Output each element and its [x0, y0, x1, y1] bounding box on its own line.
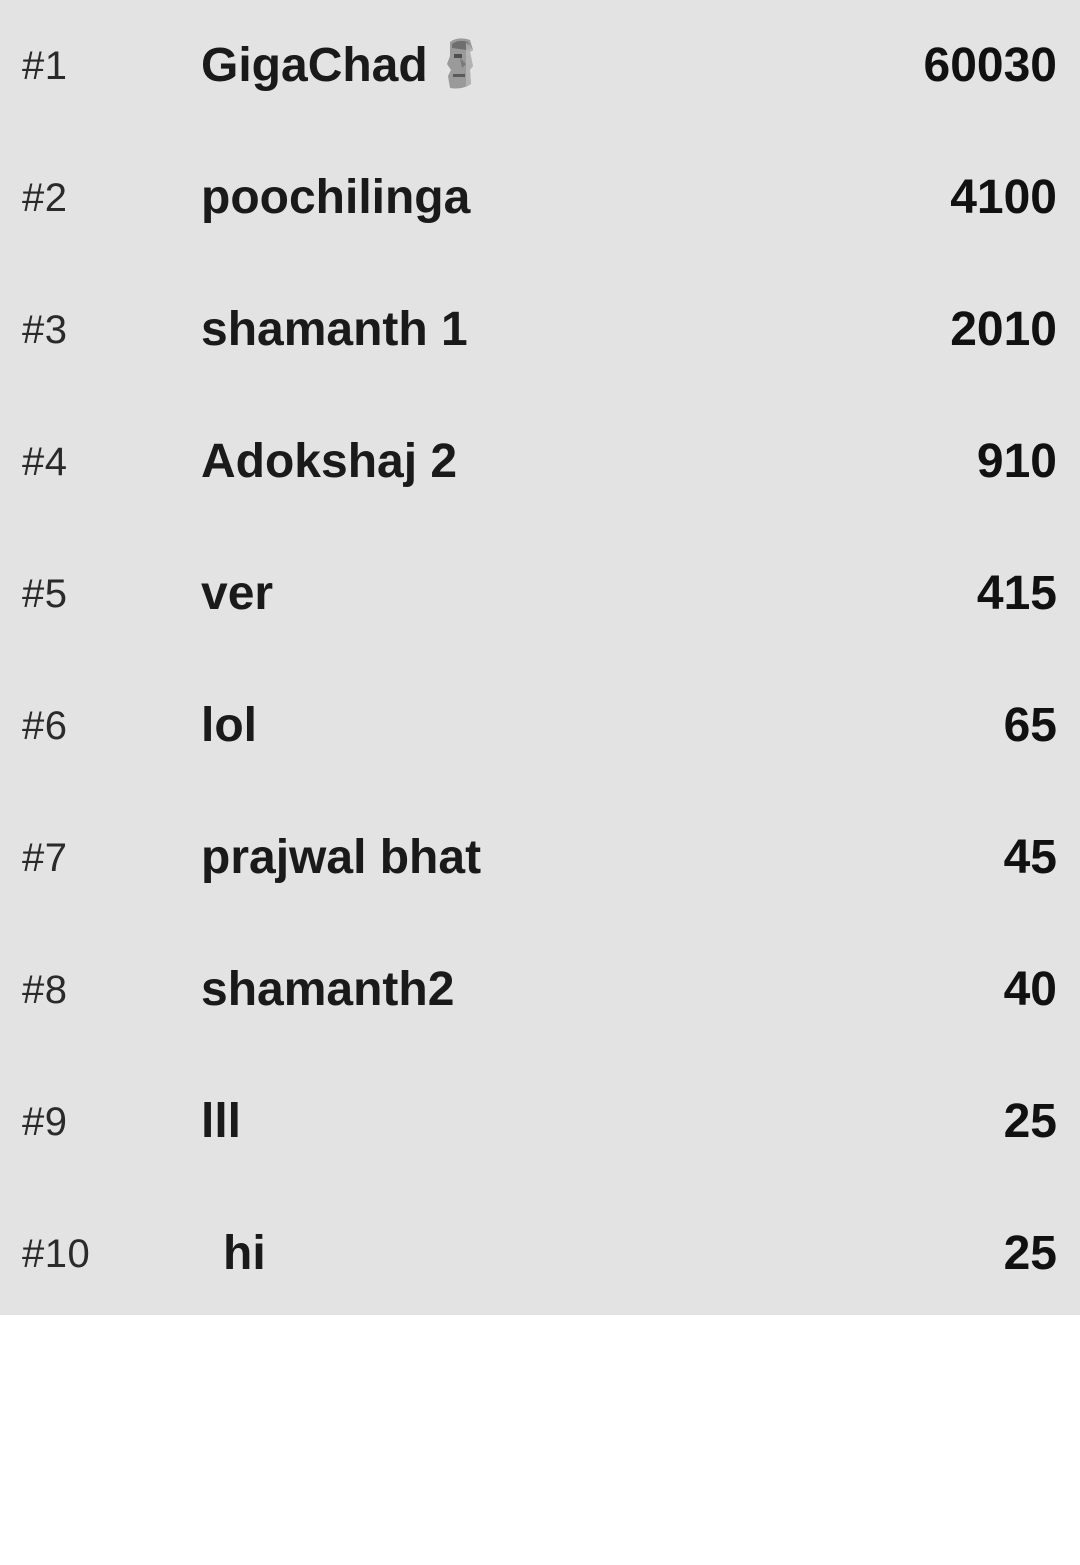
- score-value: 910: [976, 435, 1057, 488]
- player-name: shamanth2: [201, 963, 455, 1016]
- rank-label: #5: [22, 572, 68, 616]
- score-value: 60030: [923, 39, 1057, 92]
- rank-label: #4: [22, 440, 68, 484]
- rank-label: #8: [22, 968, 68, 1012]
- rank-label: #9: [22, 1100, 68, 1144]
- rank-label: #3: [22, 308, 68, 352]
- score-value: 65: [1003, 699, 1057, 752]
- player-name: lol: [201, 699, 257, 752]
- score-value: 40: [1003, 963, 1057, 1016]
- leaderboard-row[interactable]: #2 poochilinga 4100: [0, 132, 1080, 264]
- leaderboard-row[interactable]: #8 shamanth2 40: [0, 924, 1080, 1056]
- score-value: 45: [1003, 831, 1057, 884]
- score-value: 25: [1003, 1095, 1057, 1148]
- moai-icon: [446, 38, 473, 89]
- leaderboard-row[interactable]: #10 hi 25: [0, 1188, 1080, 1320]
- leaderboard-row[interactable]: #6 lol 65: [0, 660, 1080, 792]
- player-name: ver: [201, 567, 274, 620]
- score-value: 2010: [950, 303, 1057, 356]
- rank-label: #6: [22, 704, 68, 748]
- leaderboard-list: #1 GigaChad 60030 #2 poochilinga 4100 #3…: [0, 0, 1080, 1315]
- rank-label: #7: [22, 836, 68, 880]
- leaderboard-row[interactable]: #9 lll 25: [0, 1056, 1080, 1188]
- player-name: lll: [201, 1095, 242, 1148]
- rank-label: #10: [22, 1232, 91, 1276]
- player-name: Adokshaj 2: [201, 435, 458, 488]
- player-name: shamanth 1: [201, 303, 468, 356]
- player-name: hi: [223, 1227, 266, 1280]
- score-value: 415: [976, 567, 1057, 620]
- leaderboard-row[interactable]: #1 GigaChad 60030: [0, 0, 1080, 132]
- leaderboard-row[interactable]: #4 Adokshaj 2 910: [0, 396, 1080, 528]
- player-name: poochilinga: [201, 171, 471, 224]
- score-value: 25: [1003, 1227, 1057, 1280]
- leaderboard-row[interactable]: #7 prajwal bhat 45: [0, 792, 1080, 924]
- leaderboard-row[interactable]: #5 ver 415: [0, 528, 1080, 660]
- player-name: prajwal bhat: [201, 831, 482, 884]
- rank-label: #2: [22, 176, 68, 220]
- leaderboard-row[interactable]: #3 shamanth 1 2010: [0, 264, 1080, 396]
- score-value: 4100: [950, 171, 1057, 224]
- player-name: GigaChad: [201, 0, 480, 132]
- rank-label: #1: [22, 44, 68, 88]
